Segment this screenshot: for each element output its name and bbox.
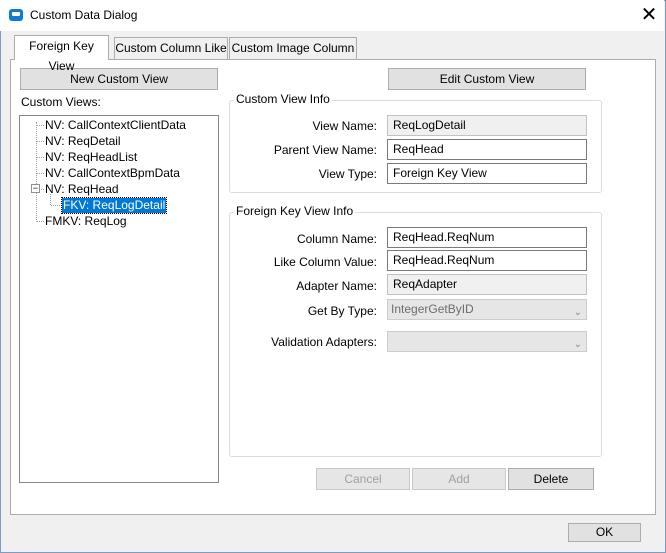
- add-button[interactable]: Add: [412, 468, 506, 490]
- get-by-type-label: Get By Type:: [307, 304, 377, 318]
- close-icon[interactable]: ✕: [636, 3, 662, 27]
- tree-item[interactable]: NV: ReqHeadList: [45, 150, 137, 165]
- tab-foreign-key-view[interactable]: Foreign Key View: [14, 35, 109, 73]
- tree-item[interactable]: NV: CallContextBpmData: [45, 166, 180, 181]
- like-column-value-label: Like Column Value:: [273, 255, 377, 269]
- parent-view-name-label: Parent View Name:: [273, 143, 377, 157]
- chevron-down-icon: ⌄: [573, 307, 582, 318]
- view-type-field[interactable]: Foreign Key View: [387, 163, 587, 184]
- validation-adapters-select[interactable]: ⌄: [387, 331, 587, 352]
- tree-line: [37, 173, 44, 174]
- tree-item[interactable]: NV: CallContextClientData: [45, 118, 186, 133]
- ok-button[interactable]: OK: [568, 523, 641, 542]
- fk-view-info-title: Foreign Key View Info: [234, 204, 356, 218]
- adapter-name-field[interactable]: ReqAdapter: [387, 274, 587, 295]
- tree-item-selected[interactable]: FKV: ReqLogDetail: [60, 197, 168, 214]
- collapse-icon[interactable]: −: [31, 184, 40, 193]
- chevron-down-icon: ⌄: [573, 339, 582, 350]
- tree-line: [51, 205, 60, 206]
- delete-button[interactable]: Delete: [508, 468, 594, 490]
- view-name-field[interactable]: ReqLogDetail: [387, 115, 587, 136]
- tree-item[interactable]: NV: ReqHead: [45, 182, 119, 197]
- tree-line: [37, 141, 44, 142]
- tab-custom-column-like[interactable]: Custom Column Like: [114, 37, 228, 59]
- column-name-field[interactable]: ReqHead.ReqNum: [387, 227, 587, 248]
- custom-view-info-title: Custom View Info: [234, 92, 332, 106]
- view-type-label: View Type:: [318, 167, 377, 181]
- tree-line: [37, 221, 44, 222]
- tab-custom-image-column[interactable]: Custom Image Column: [229, 37, 357, 59]
- custom-views-label: Custom Views:: [21, 95, 101, 109]
- get-by-type-select[interactable]: IntegerGetByID ⌄: [387, 299, 587, 320]
- tree-line: [37, 157, 44, 158]
- adapter-name-label: Adapter Name:: [296, 279, 377, 293]
- validation-adapters-label: Validation Adapters:: [271, 335, 377, 349]
- parent-view-name-field[interactable]: ReqHead: [387, 139, 587, 160]
- get-by-type-value: IntegerGetByID: [391, 302, 474, 316]
- tree-line: [37, 125, 44, 126]
- view-name-label: View Name:: [312, 119, 377, 133]
- tree-item[interactable]: FMKV: ReqLog: [45, 214, 127, 229]
- window-title: Custom Data Dialog: [30, 8, 138, 22]
- app-icon: [9, 9, 23, 21]
- cancel-button[interactable]: Cancel: [316, 468, 410, 490]
- tree-line: [36, 122, 37, 222]
- tree-item[interactable]: NV: ReqDetail: [45, 134, 121, 149]
- edit-custom-view-button[interactable]: Edit Custom View: [388, 68, 586, 90]
- tree-line: [41, 189, 44, 190]
- like-column-value-field[interactable]: ReqHead.ReqNum: [387, 250, 587, 271]
- column-name-label: Column Name:: [296, 232, 377, 246]
